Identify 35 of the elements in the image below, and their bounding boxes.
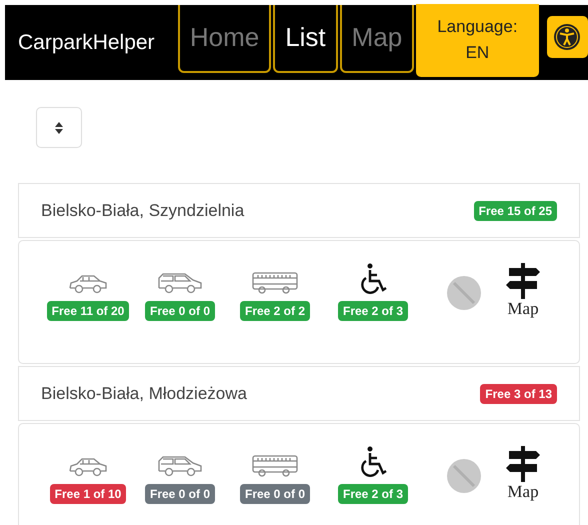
- carpark-name: Bielsko-Biała, Młodzieżowa: [41, 384, 247, 404]
- carpark-header[interactable]: Bielsko-Biała, Szyndzielnia Free 15 of 25: [18, 183, 580, 238]
- no-entry-icon: [446, 458, 482, 494]
- nav-link[interactable]: Map: [340, 4, 414, 72]
- free-spaces-badge: Free 0 of 0: [240, 484, 310, 504]
- free-spaces-badge: Free 3 of 13: [480, 384, 557, 404]
- free-spaces-badge: Free 2 of 2: [240, 301, 310, 321]
- sort-icon: [55, 122, 63, 134]
- free-spaces-badge: Free 2 of 3: [338, 301, 408, 321]
- accessibility-icon: [553, 22, 582, 50]
- nav-link[interactable]: List: [273, 4, 338, 72]
- accessibility-button[interactable]: [546, 16, 588, 58]
- signpost-icon: [506, 263, 540, 299]
- van-icon: [157, 454, 203, 478]
- brand-name[interactable]: CarparkHelper: [18, 30, 178, 54]
- free-spaces-badge: Free 0 of 0: [144, 301, 216, 321]
- map-link[interactable]: Map: [506, 446, 540, 525]
- map-link[interactable]: Map: [506, 263, 540, 363]
- free-spaces-badge: Free 15 of 25: [474, 200, 557, 220]
- wheelchair-icon: [359, 446, 387, 478]
- free-spaces-badge: Free 1 of 10: [50, 484, 126, 504]
- language-button[interactable]: Language: EN: [416, 4, 539, 76]
- carpark-name: Bielsko-Biała, Szyndzielnia: [41, 200, 244, 220]
- van-icon: [157, 271, 203, 295]
- free-spaces-badge: Free 2 of 3: [338, 484, 408, 504]
- nav-link[interactable]: Home: [178, 4, 272, 72]
- signpost-icon: [506, 446, 540, 482]
- bus-icon: [252, 271, 298, 295]
- bus-icon: [252, 454, 298, 478]
- wheelchair-icon: [359, 263, 387, 295]
- carpark-header[interactable]: Bielsko-Biała, Młodzieżowa Free 3 of 13: [18, 366, 580, 421]
- free-spaces-badge: Free 11 of 20: [46, 301, 130, 321]
- no-entry-icon: [446, 275, 482, 311]
- sort-button[interactable]: [36, 107, 82, 148]
- free-spaces-badge: Free 0 of 0: [144, 484, 216, 504]
